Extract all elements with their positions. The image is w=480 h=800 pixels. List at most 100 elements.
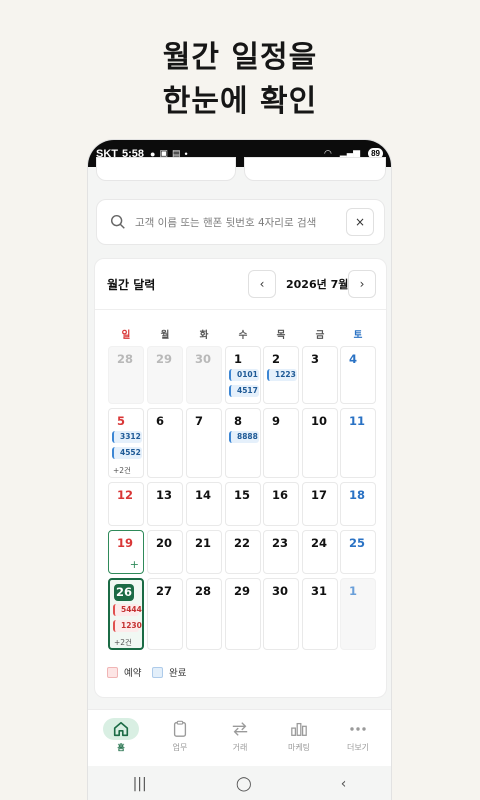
day-cell[interactable]: 5 3312 4552 +2건 — [108, 408, 144, 478]
day-cell[interactable]: 30 — [186, 346, 222, 404]
legend-reserved: 예약 — [107, 665, 141, 679]
next-month-button[interactable]: › — [348, 270, 376, 298]
day-cell[interactable]: 6 — [147, 408, 183, 478]
bottom-nav: 홈 업무 거래 마케팅 더보기 — [88, 709, 391, 766]
day-cell[interactable]: 1 — [340, 578, 376, 650]
day-number: 9 — [272, 414, 281, 428]
day-number: 17 — [311, 488, 328, 502]
day-cell[interactable]: 18 — [340, 482, 376, 526]
search-input[interactable]: 고객 이름 또는 핸폰 뒷번호 4자리로 검색 — [135, 215, 346, 230]
more-events-count[interactable]: +2건 — [113, 465, 131, 476]
day-number: 27 — [156, 584, 173, 598]
nav-tasks[interactable]: 업무 — [155, 718, 205, 753]
search-icon — [110, 214, 125, 229]
day-number: 18 — [349, 488, 366, 502]
prev-month-button[interactable]: ‹ — [248, 270, 276, 298]
day-number: 2 — [272, 352, 281, 366]
day-number: 29 — [156, 352, 173, 366]
day-cell[interactable]: 21 — [186, 530, 222, 574]
day-cell[interactable]: 29 — [225, 578, 261, 650]
promo-line-1: 월간 일정을 — [162, 40, 318, 75]
day-cell[interactable]: 2 1223 — [263, 346, 299, 404]
day-cell[interactable]: 16 — [263, 482, 299, 526]
nav-marketing[interactable]: 마케팅 — [274, 718, 324, 753]
reservation-chip[interactable]: 1230 — [113, 620, 142, 632]
completed-chip[interactable]: 3312 — [112, 431, 142, 443]
day-cell[interactable]: 1 0101 4517 — [225, 346, 261, 404]
day-cell[interactable]: 10 — [302, 408, 338, 478]
day-cell[interactable]: 29 — [147, 346, 183, 404]
day-cell[interactable]: 30 — [263, 578, 299, 650]
day-number: 24 — [311, 536, 328, 550]
back-icon[interactable]: ‹ — [341, 776, 347, 792]
search-box[interactable]: 고객 이름 또는 핸폰 뒷번호 4자리로 검색 × — [96, 199, 385, 245]
day-cell[interactable]: 3 — [302, 346, 338, 404]
completed-chip[interactable]: 4517 — [229, 385, 259, 397]
summary-cards-edge — [88, 157, 391, 181]
day-cell[interactable]: 12 — [108, 482, 144, 526]
day-number: 19 — [117, 536, 134, 550]
day-number: 3 — [311, 352, 320, 366]
nav-more[interactable]: 더보기 — [333, 718, 383, 753]
day-number: 5 — [117, 414, 126, 428]
completed-chip[interactable]: 0101 — [229, 369, 259, 381]
nav-home[interactable]: 홈 — [96, 718, 146, 753]
home-system-icon[interactable]: ◯ — [236, 776, 252, 792]
day-number: 8 — [234, 414, 243, 428]
day-number: 1 — [349, 584, 358, 598]
day-cell[interactable]: 24 — [302, 530, 338, 574]
day-cell[interactable]: 28 — [108, 346, 144, 404]
weekday-label: 토 — [353, 330, 363, 341]
day-cell[interactable]: 4 — [340, 346, 376, 404]
day-cell[interactable]: 25 — [340, 530, 376, 574]
day-cell[interactable]: 8 8888 — [225, 408, 261, 478]
day-number: 1 — [234, 352, 243, 366]
day-cell-today[interactable]: 26 5444 1230 +2건 — [108, 578, 144, 650]
divider — [95, 309, 386, 310]
system-nav-bar: ||| ◯ ‹ — [88, 768, 391, 800]
month-label: 2026년 7월 — [286, 278, 349, 291]
clear-search-button[interactable]: × — [346, 208, 374, 236]
day-number: 11 — [349, 414, 366, 428]
day-cell[interactable]: 15 — [225, 482, 261, 526]
more-events-count[interactable]: +2건 — [114, 637, 132, 648]
legend-swatch-reserved — [107, 666, 118, 678]
summary-card[interactable] — [244, 157, 386, 181]
day-number: 13 — [156, 488, 173, 502]
weekday-label: 월 — [160, 330, 170, 341]
day-cell[interactable]: 28 — [186, 578, 222, 650]
home-icon — [113, 721, 129, 737]
day-number: 4 — [349, 352, 358, 366]
day-cell[interactable]: 27 — [147, 578, 183, 650]
day-cell[interactable]: 14 — [186, 482, 222, 526]
add-event-icon[interactable]: + — [130, 558, 139, 571]
day-cell[interactable]: 9 — [263, 408, 299, 478]
day-cell[interactable]: 23 — [263, 530, 299, 574]
completed-chip[interactable]: 4552 — [112, 447, 142, 459]
day-number: 31 — [311, 584, 328, 598]
day-number: 29 — [234, 584, 251, 598]
day-number: 30 — [195, 352, 212, 366]
day-number: 15 — [234, 488, 251, 502]
day-cell[interactable]: 31 — [302, 578, 338, 650]
summary-card[interactable] — [96, 157, 236, 181]
day-cell[interactable]: 17 — [302, 482, 338, 526]
legend-label-done: 완료 — [169, 668, 187, 679]
weekday-label: 일 — [121, 330, 131, 341]
weekday-label: 목 — [276, 330, 286, 341]
day-cell[interactable]: 13 — [147, 482, 183, 526]
promo-headline: 월간 일정을 한눈에 확인 — [0, 36, 480, 124]
day-cell[interactable]: 11 — [340, 408, 376, 478]
completed-chip[interactable]: 8888 — [229, 431, 259, 443]
day-cell[interactable]: 22 — [225, 530, 261, 574]
day-cell[interactable]: 7 — [186, 408, 222, 478]
day-cell[interactable]: 20 — [147, 530, 183, 574]
nav-transactions[interactable]: 거래 — [215, 718, 265, 753]
day-cell-selected[interactable]: 19 + — [108, 530, 144, 574]
legend-swatch-done — [152, 666, 163, 678]
reservation-chip[interactable]: 5444 — [113, 604, 142, 616]
recent-apps-icon[interactable]: ||| — [133, 776, 147, 792]
nav-label: 업무 — [172, 743, 188, 752]
day-number: 16 — [272, 488, 289, 502]
completed-chip[interactable]: 1223 — [267, 369, 297, 381]
